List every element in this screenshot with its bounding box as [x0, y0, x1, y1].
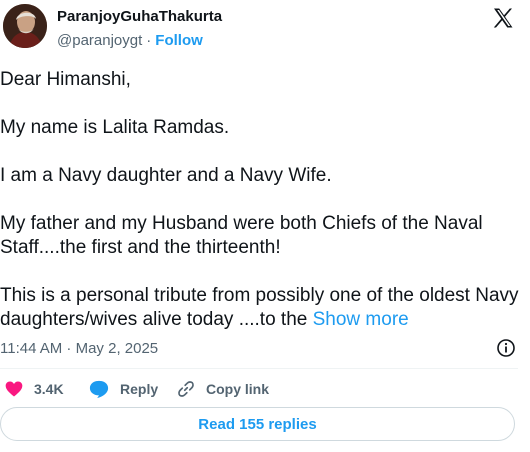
- tweet-paragraph: My name is Lalita Ramdas.: [0, 117, 230, 138]
- tweet-paragraph: I am a Navy daughter and a Navy Wife.: [0, 165, 332, 186]
- tweet-paragraph: Dear Himanshi,: [0, 69, 131, 90]
- tweet-header: ParanjoyGuhaThakurta @paranjoygt · Follow: [0, 0, 530, 60]
- author-name[interactable]: ParanjoyGuhaThakurta: [57, 8, 222, 25]
- avatar[interactable]: [3, 4, 47, 48]
- follow-button[interactable]: Follow: [155, 32, 203, 49]
- like-count: 3.4K: [34, 381, 64, 397]
- x-logo-icon[interactable]: [491, 6, 515, 30]
- tweet-card: ParanjoyGuhaThakurta @paranjoygt · Follow …: [0, 0, 530, 452]
- author-handle[interactable]: @paranjoygt: [57, 32, 142, 49]
- read-replies-button[interactable]: Read 155 replies: [0, 407, 515, 441]
- info-icon[interactable]: [496, 338, 516, 358]
- reply-button[interactable]: Reply: [88, 376, 158, 402]
- separator-dot: ·: [146, 32, 152, 49]
- heart-icon: [5, 381, 23, 397]
- divider: [0, 368, 518, 369]
- timestamp[interactable]: 11:44 AM · May 2, 2025: [0, 340, 158, 357]
- action-bar: 3.4K Reply Copy link: [0, 376, 530, 402]
- avatar-portrait-icon: [3, 4, 47, 48]
- tweet-meta: 11:44 AM · May 2, 2025: [0, 338, 530, 360]
- like-button[interactable]: 3.4K: [4, 376, 64, 402]
- author-meta: @paranjoygt · Follow: [57, 32, 203, 49]
- tweet-text: Dear Himanshi, My name is Lalita Ramdas.…: [0, 68, 520, 356]
- show-more-link[interactable]: Show more: [313, 309, 409, 330]
- copy-link-label: Copy link: [206, 381, 270, 397]
- copy-link-button[interactable]: Copy link: [176, 376, 269, 402]
- speech-bubble-icon: [89, 380, 109, 399]
- reply-label: Reply: [120, 381, 159, 397]
- tweet-paragraph: My father and my Husband were both Chief…: [0, 213, 483, 258]
- tweet-paragraph-last: This is a personal tribute from possibly…: [0, 284, 520, 332]
- tweet-paragraph-text: This is a personal tribute from possibly…: [0, 285, 519, 330]
- link-icon: [178, 381, 194, 397]
